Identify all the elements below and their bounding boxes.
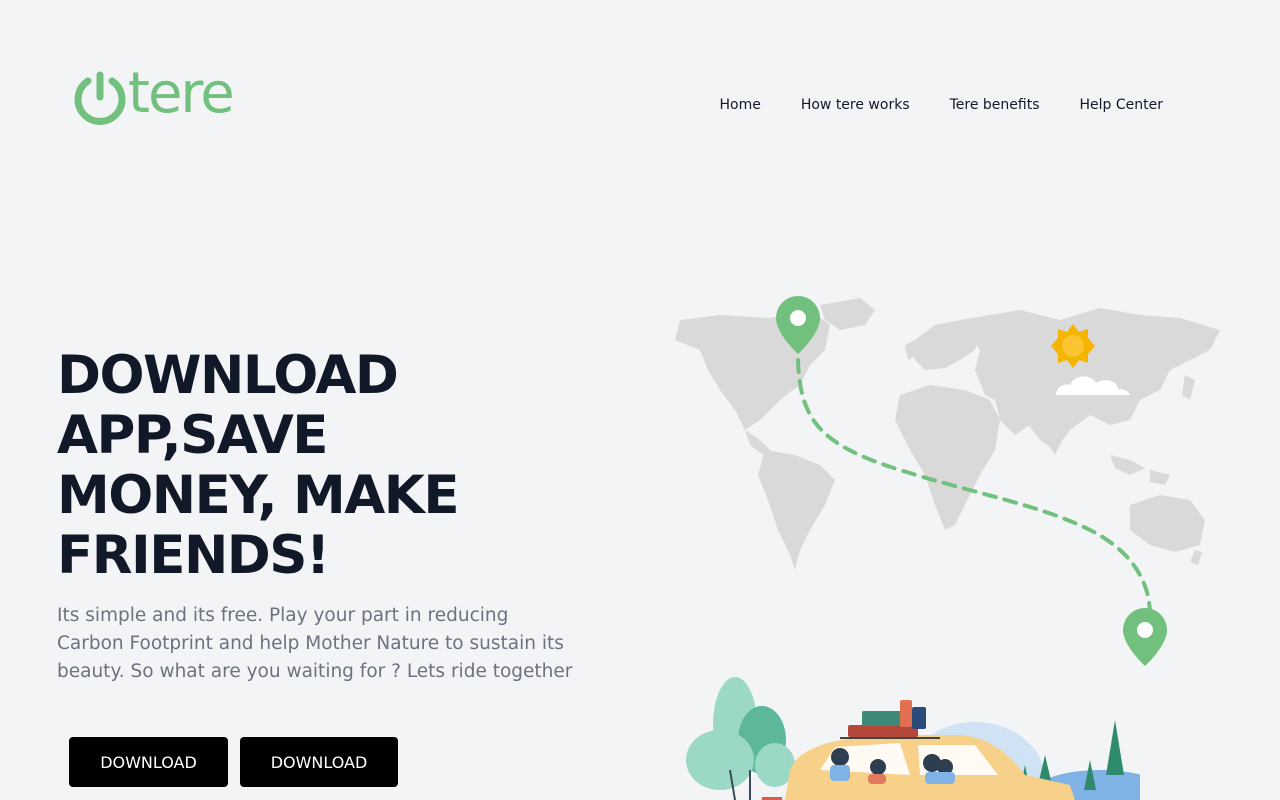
power-icon: [74, 71, 126, 125]
hero-subtitle: Its simple and its free. Play your part …: [57, 605, 573, 682]
map-pin-end-icon: [1123, 608, 1167, 666]
world-map-illustration: [675, 296, 1220, 666]
brand-logo[interactable]: tere: [72, 66, 235, 126]
car-scene-illustration: [686, 677, 1140, 800]
hero-title: DOWNLOAD APP,SAVE MONEY, MAKE FRIENDS!: [57, 345, 460, 586]
top-nav: Home How tere works Tere benefits Help C…: [719, 96, 1163, 114]
nav-home[interactable]: Home: [719, 96, 760, 114]
tree-left-icon: [686, 677, 795, 800]
nav-how-tere-works[interactable]: How tere works: [801, 96, 910, 114]
download-button-1[interactable]: DOWNLOAD: [69, 737, 228, 787]
nav-help-center[interactable]: Help Center: [1080, 96, 1164, 114]
world-map: [675, 298, 1220, 570]
download-button-2[interactable]: DOWNLOAD: [240, 737, 398, 787]
brand-name: tere: [128, 61, 235, 126]
nav-tere-benefits[interactable]: Tere benefits: [950, 96, 1040, 114]
